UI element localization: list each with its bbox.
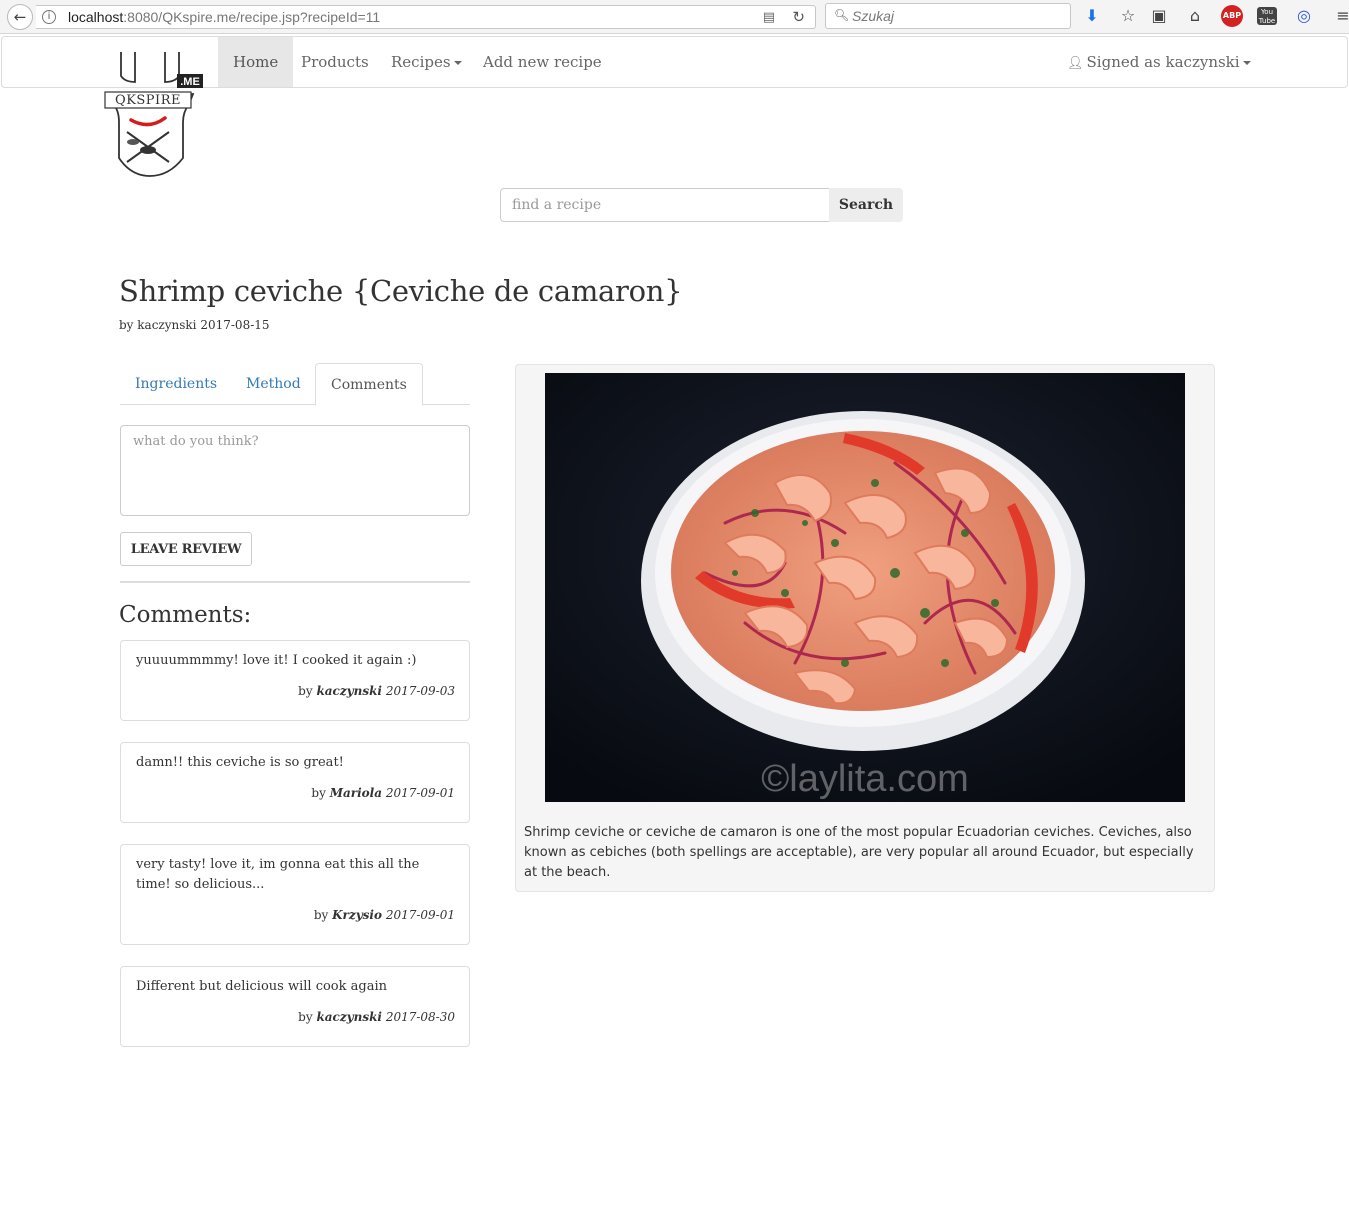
comment-by: by	[298, 1010, 313, 1024]
user-menu-dropdown[interactable]: 👤︎ Signed as kaczynski	[1052, 37, 1266, 87]
youtube-icon[interactable]: You Tube	[1257, 7, 1277, 25]
logo-text: QKSPIRE	[115, 93, 181, 108]
comment-meta: by kaczynski 2017-08-30	[298, 1010, 455, 1024]
nav-add-recipe[interactable]: Add new recipe	[468, 37, 617, 87]
comment-meta: by Krzysio 2017-09-01	[314, 908, 455, 922]
search-button[interactable]: Search	[829, 188, 903, 222]
nav-products[interactable]: Products	[286, 37, 384, 87]
comment-card: very tasty! love it, im gonna eat this a…	[120, 844, 470, 945]
comment-text: damn!! this ceviche is so great!	[136, 755, 344, 770]
comment-text: yuuuummmmy! love it! I cooked it again :…	[136, 653, 417, 668]
bookmark-star-icon[interactable]: ☆	[1117, 5, 1139, 27]
comment-text: Different but delicious will cook again	[136, 979, 387, 994]
home-icon[interactable]: ⌂	[1184, 5, 1206, 27]
extension-icon[interactable]: ◎	[1293, 5, 1315, 27]
nav-recipes-dropdown[interactable]: Recipes	[376, 37, 477, 87]
comment-meta: by Mariola 2017-09-01	[311, 786, 455, 800]
comment-date: 2017-09-01	[385, 786, 455, 800]
comment-author: Mariola	[329, 786, 382, 800]
comment-card: yuuuummmmy! love it! I cooked it again :…	[120, 640, 470, 721]
comment-by: by	[298, 684, 313, 698]
comment-by: by	[313, 908, 329, 922]
tab-comments[interactable]: Comments	[315, 363, 423, 406]
nav-recipes-label: Recipes	[391, 53, 451, 71]
comment-date: 2017-08-30	[385, 1010, 455, 1024]
site-navbar: Home Products Recipes Add new recipe 👤︎ S…	[1, 36, 1348, 88]
browser-search-placeholder: Szukaj	[852, 8, 895, 24]
comment-date: 2017-09-01	[385, 908, 455, 922]
comment-author: kaczynski	[316, 1010, 382, 1024]
user-icon: 👤︎	[1067, 56, 1084, 71]
nav-home[interactable]: Home	[218, 37, 294, 87]
comment-by: by	[311, 786, 326, 800]
comments-heading: Comments:	[119, 602, 252, 628]
url-host: localhost	[68, 9, 124, 25]
comment-card: damn!! this ceviche is so great! by Mari…	[120, 742, 470, 823]
url-bar[interactable]: i localhost:8080/QKspire.me/recipe.jsp?r…	[36, 5, 816, 29]
reader-view-icon[interactable]: ▤	[763, 10, 775, 25]
site-logo[interactable]: .ME QKSPIRE	[103, 50, 203, 180]
comment-meta: by kaczynski 2017-09-03	[298, 684, 455, 698]
tab-ingredients[interactable]: Ingredients	[120, 363, 232, 405]
user-menu-label: Signed as kaczynski	[1086, 53, 1240, 71]
recipe-title: Shrimp ceviche {Ceviche de camaron}	[119, 274, 683, 308]
recipe-photo: ©laylita.com	[545, 373, 1185, 802]
photo-watermark: ©laylita.com	[761, 758, 969, 800]
reload-icon[interactable]: ↻	[792, 8, 805, 26]
recipe-byline: by kaczynski 2017-08-15	[119, 318, 270, 332]
leave-review-button[interactable]: LEAVE REVIEW	[120, 532, 252, 566]
comment-author: kaczynski	[316, 684, 382, 698]
reading-list-icon[interactable]: ▣	[1148, 5, 1170, 27]
info-icon[interactable]: i	[42, 10, 56, 24]
comment-card: Different but delicious will cook again …	[120, 966, 470, 1047]
chevron-down-icon	[453, 61, 462, 65]
download-icon[interactable]: ⬇	[1081, 5, 1103, 27]
comment-author: Krzysio	[332, 908, 382, 922]
recipe-image-panel: ©laylita.com Shrimp ceviche or ceviche d…	[515, 364, 1215, 892]
divider	[120, 581, 470, 583]
recipe-tabs: Ingredients Method Comments	[120, 363, 470, 406]
menu-icon[interactable]: ≡	[1332, 5, 1349, 27]
browser-toolbar: ← i localhost:8080/QKspire.me/recipe.jsp…	[0, 0, 1349, 34]
review-textarea[interactable]	[120, 425, 470, 516]
back-icon[interactable]: ←	[7, 4, 33, 30]
recipe-search-input[interactable]	[500, 188, 830, 222]
comment-text: very tasty! love it, im gonna eat this a…	[136, 857, 420, 892]
search-icon: 🔍︎	[834, 8, 850, 22]
url-path: :8080/QKspire.me/recipe.jsp?recipeId=11	[123, 9, 381, 25]
url-text: localhost:8080/QKspire.me/recipe.jsp?rec…	[68, 9, 380, 25]
logo-suffix: .ME	[180, 76, 200, 88]
chevron-down-icon	[1242, 61, 1251, 65]
comment-date: 2017-09-03	[385, 684, 455, 698]
tab-method[interactable]: Method	[231, 363, 316, 405]
browser-search-field[interactable]: 🔍︎ Szukaj	[825, 3, 1071, 29]
adblock-icon[interactable]: ABP	[1221, 5, 1243, 27]
recipe-description: Shrimp ceviche or ceviche de camaron is …	[524, 825, 1194, 880]
